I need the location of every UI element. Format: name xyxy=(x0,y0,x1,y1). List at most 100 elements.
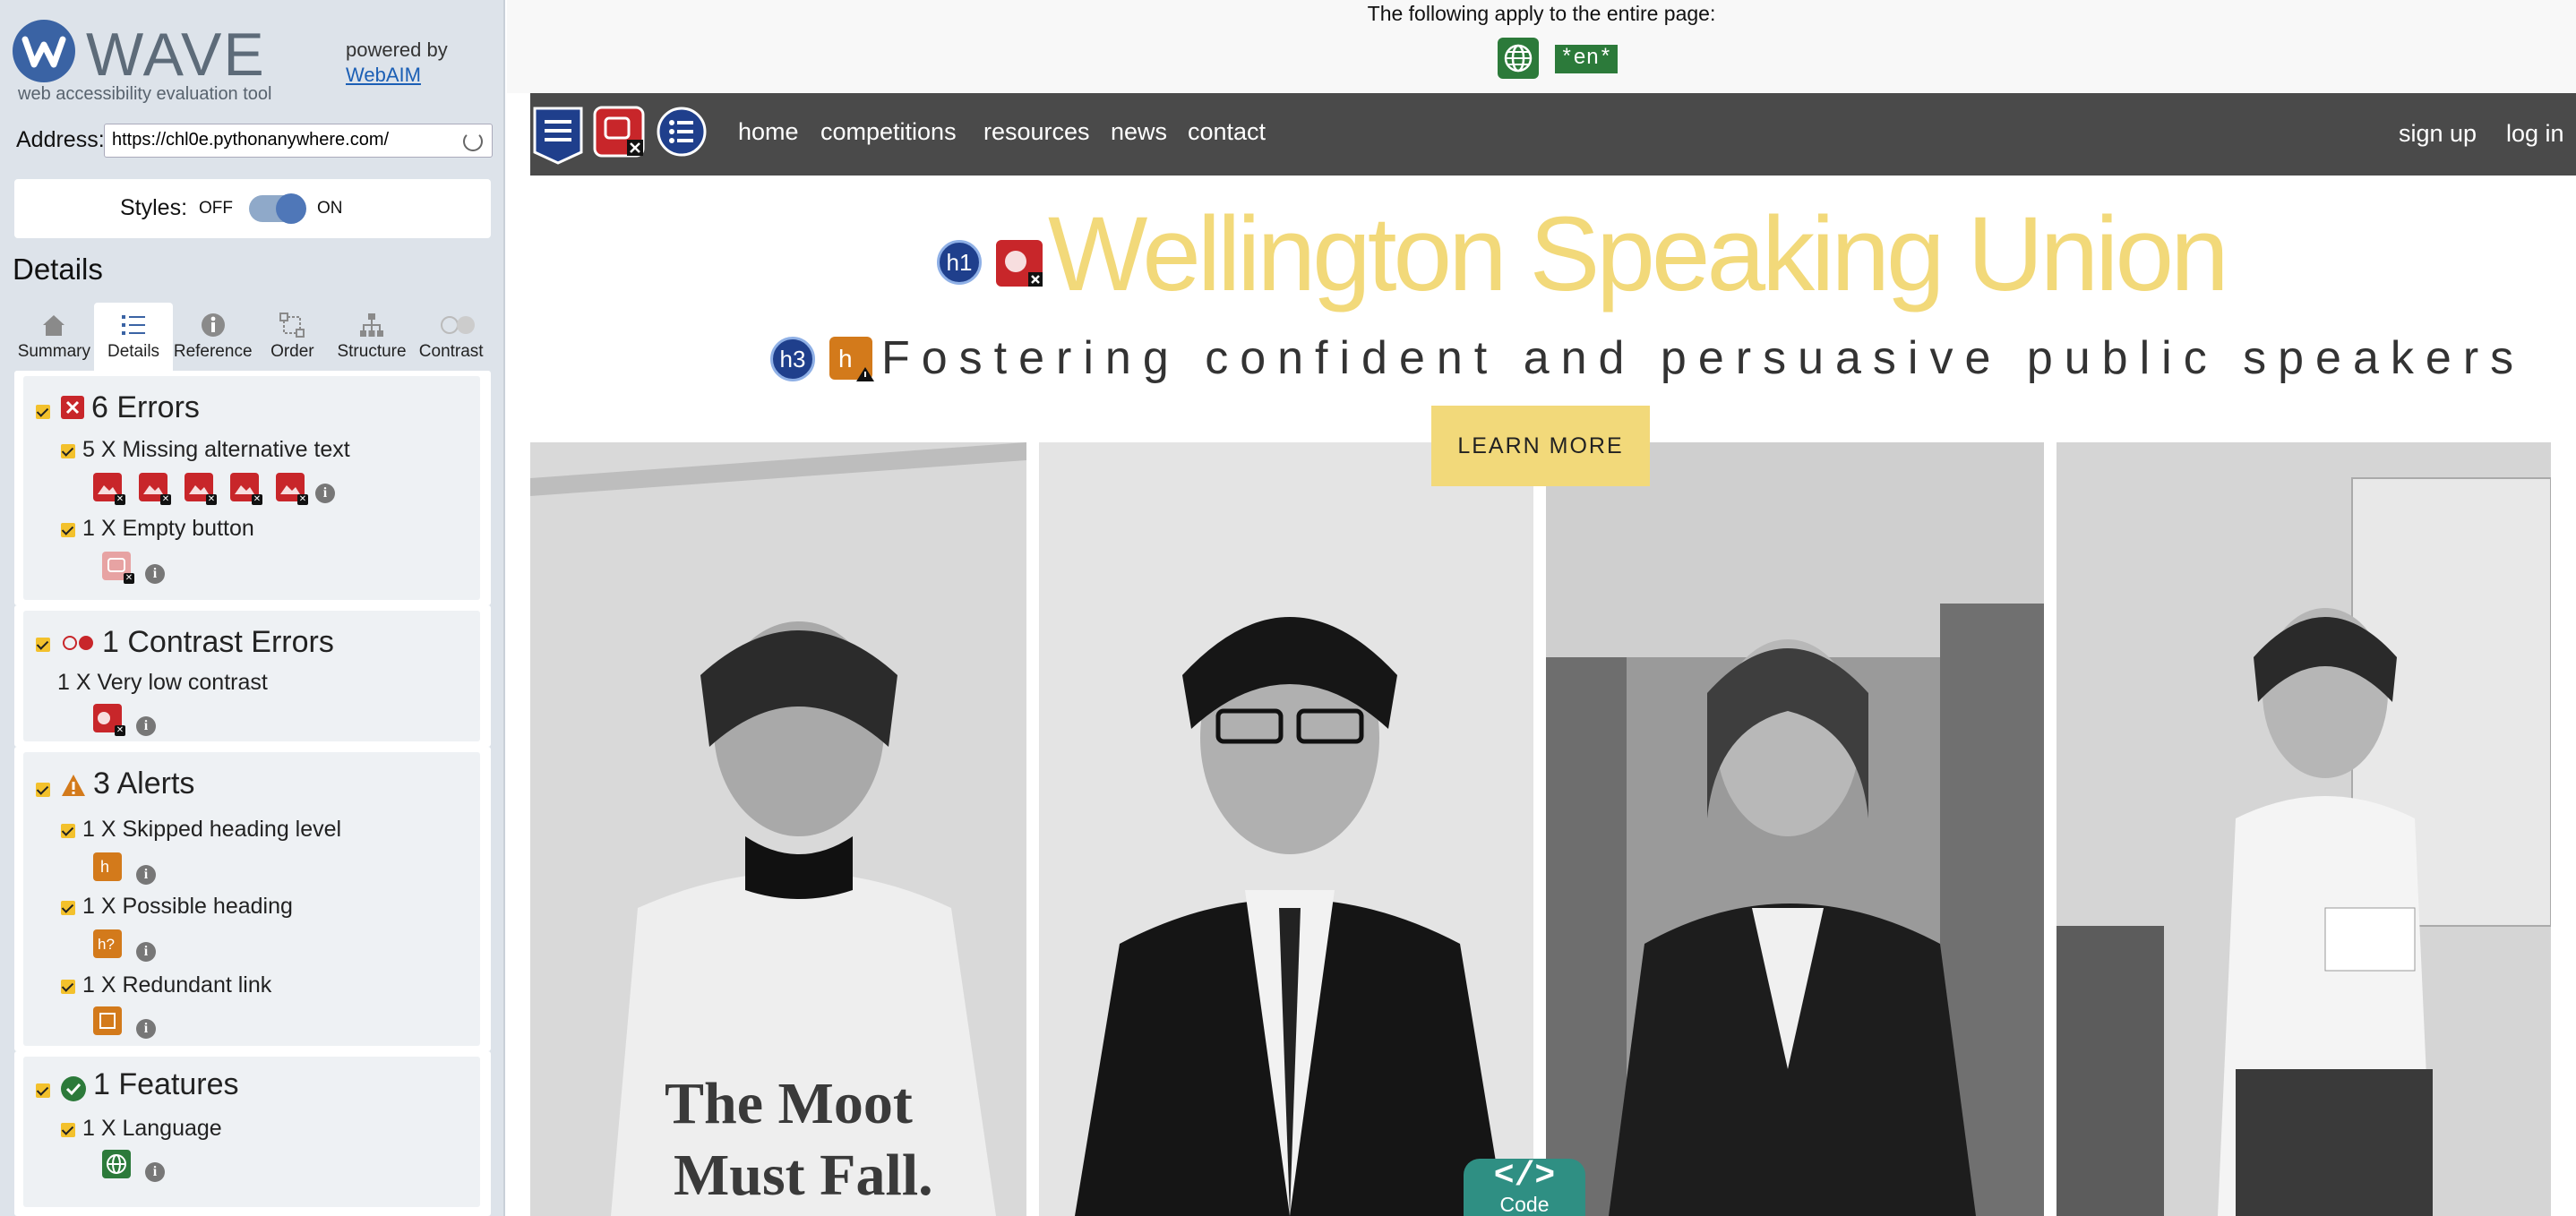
site-navbar: home competitions resources news contact… xyxy=(530,93,2576,176)
list-icon xyxy=(120,312,147,338)
info-icon[interactable]: i xyxy=(136,1019,156,1039)
language-icon[interactable] xyxy=(102,1150,131,1178)
styles-toggle-card: Styles: OFF ON xyxy=(14,179,491,238)
nav-news[interactable]: news xyxy=(1111,118,1167,146)
unordered-list-icon[interactable] xyxy=(656,106,708,158)
tab-contrast[interactable]: Contrast xyxy=(411,303,491,371)
page-level-strip: The following apply to the entire page: … xyxy=(507,0,2576,93)
missing-alt-label: 5 X Missing alternative text xyxy=(82,437,350,462)
powered-by-text: powered by xyxy=(346,39,448,61)
info-icon[interactable]: i xyxy=(136,865,156,885)
error-x-icon xyxy=(61,396,84,419)
low-contrast-label: 1 X Very low contrast xyxy=(57,670,268,695)
site-title: Wellington Speaking Union xyxy=(1048,195,2229,313)
redundant-link-icon[interactable] xyxy=(93,1006,122,1035)
missing-alt-checkbox[interactable] xyxy=(61,444,75,458)
styles-label: Styles: xyxy=(120,195,188,220)
redundant-link-checkbox[interactable] xyxy=(61,980,75,994)
info-icon[interactable]: i xyxy=(136,942,156,962)
h3-badge[interactable]: h3 xyxy=(770,337,815,381)
wave-logo-row: WAVE web accessibility evaluation tool p… xyxy=(13,16,496,106)
features-panel: 1 Features 1 X Language i xyxy=(14,1051,491,1216)
powered-by: powered by WebAIM xyxy=(346,38,448,88)
empty-button-icon[interactable]: ✕ xyxy=(102,552,134,584)
address-label: Address: xyxy=(16,127,105,152)
info-icon[interactable]: i xyxy=(145,564,165,584)
code-icon: </> xyxy=(1493,1157,1556,1195)
skipped-heading-label: 1 X Skipped heading level xyxy=(82,817,342,842)
low-contrast-icon[interactable]: ✕ xyxy=(93,704,125,736)
speaker-photo-1: The Moot Must Fall. xyxy=(530,442,1026,1216)
tab-details[interactable]: Details xyxy=(93,303,174,371)
contrast-title: 1 Contrast Errors xyxy=(102,625,334,659)
home-icon xyxy=(40,312,67,338)
page-notice: The following apply to the entire page: xyxy=(1367,2,1716,25)
alerts-title: 3 Alerts xyxy=(93,766,195,801)
empty-button-marker-icon[interactable] xyxy=(593,106,645,158)
tab-structure[interactable]: Structure xyxy=(332,303,412,371)
contrast-icon xyxy=(61,632,97,654)
language-checkbox[interactable] xyxy=(61,1123,75,1137)
contrast-icon xyxy=(438,312,475,338)
code-toggle-button[interactable]: </> Code xyxy=(1464,1159,1585,1216)
alerts-panel-body: 3 Alerts 1 X Skipped heading level h i 1… xyxy=(23,752,480,1046)
nav-home[interactable]: home xyxy=(738,118,799,146)
language-globe-icon[interactable] xyxy=(1498,38,1539,79)
skipped-heading-checkbox[interactable] xyxy=(61,824,75,838)
contrast-panel-body: 1 Contrast Errors 1 X Very low contrast … xyxy=(23,611,480,741)
alerts-panel: 3 Alerts 1 X Skipped heading level h i 1… xyxy=(14,747,491,1051)
evaluated-page: The following apply to the entire page: … xyxy=(507,0,2576,1216)
tab-summary[interactable]: Summary xyxy=(14,303,94,371)
errors-panel: 6 Errors 5 X Missing alternative text ✕ … xyxy=(14,371,491,605)
missing-alt-icon[interactable]: ✕ xyxy=(139,473,171,505)
svg-text:h: h xyxy=(100,858,109,876)
refresh-icon[interactable] xyxy=(463,132,483,151)
speaker-photo-4 xyxy=(2057,442,2551,1216)
styles-toggle[interactable] xyxy=(249,193,306,224)
missing-alt-icon[interactable]: ✕ xyxy=(185,473,217,505)
address-input[interactable]: https://chl0e.pythonanywhere.com/ xyxy=(104,124,493,158)
wave-sidebar: WAVE web accessibility evaluation tool p… xyxy=(0,0,505,1216)
nav-sign-up[interactable]: sign up xyxy=(2399,120,2477,148)
structure-icon xyxy=(358,312,385,338)
tab-label: Structure xyxy=(337,342,407,361)
address-row: Address: https://chl0e.pythonanywhere.co… xyxy=(16,124,493,159)
navigation-icon[interactable] xyxy=(532,106,584,165)
styles-off-label: OFF xyxy=(199,199,233,218)
info-icon[interactable]: i xyxy=(315,484,335,503)
learn-more-button[interactable]: LEARN MORE xyxy=(1431,406,1650,486)
nav-competitions[interactable]: competitions xyxy=(820,118,957,146)
contrast-checkbox[interactable] xyxy=(36,638,50,652)
tab-reference[interactable]: Reference xyxy=(173,303,253,371)
missing-alt-icon[interactable]: ✕ xyxy=(230,473,262,505)
nav-log-in[interactable]: log in xyxy=(2506,120,2564,148)
info-icon[interactable]: i xyxy=(136,716,156,736)
errors-checkbox[interactable] xyxy=(36,405,50,419)
contrast-panel: 1 Contrast Errors 1 X Very low contrast … xyxy=(14,605,491,747)
h1-badge[interactable]: h1 xyxy=(937,240,982,285)
info-icon[interactable]: i xyxy=(145,1162,165,1182)
possible-heading-checkbox[interactable] xyxy=(61,901,75,915)
missing-alt-icon[interactable]: ✕ xyxy=(93,473,125,505)
alerts-checkbox[interactable] xyxy=(36,783,50,797)
tab-order[interactable]: Order xyxy=(253,303,332,371)
skipped-heading-marker-icon[interactable]: h xyxy=(829,337,874,381)
possible-heading-icon[interactable]: h? xyxy=(93,929,122,958)
webaim-link[interactable]: WebAIM xyxy=(346,63,448,88)
svg-text:h?: h? xyxy=(98,936,115,953)
order-icon xyxy=(279,312,305,338)
nav-resources[interactable]: resources xyxy=(983,118,1090,146)
skipped-heading-icon[interactable]: h xyxy=(93,852,122,881)
hero-title-row: h1 Wellington Speaking Union xyxy=(507,193,2576,313)
speaker-photo-3 xyxy=(1546,442,2044,1216)
address-value: https://chl0e.pythonanywhere.com/ xyxy=(112,130,390,150)
empty-button-checkbox[interactable] xyxy=(61,523,75,537)
missing-alt-icon[interactable]: ✕ xyxy=(276,473,308,505)
errors-title: 6 Errors xyxy=(91,390,200,424)
wave-logo-icon xyxy=(13,20,75,82)
warning-icon xyxy=(61,774,86,797)
nav-contact[interactable]: contact xyxy=(1188,118,1266,146)
contrast-error-icon[interactable] xyxy=(996,240,1043,287)
styles-on-label: ON xyxy=(317,199,343,218)
features-checkbox[interactable] xyxy=(36,1083,50,1098)
